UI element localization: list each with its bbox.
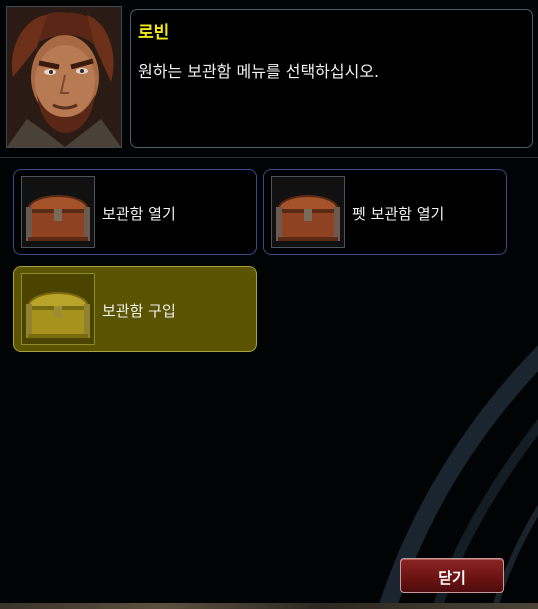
npc-face-icon	[7, 7, 121, 147]
buy-storage-label: 보관함 구입	[102, 302, 176, 320]
close-button-label: 닫기	[438, 569, 466, 587]
npc-portrait	[6, 6, 122, 148]
npc-dialog-box: 로빈 원하는 보관함 메뉴를 선택하십시오.	[130, 9, 533, 148]
open-pet-storage-button[interactable]: 펫 보관함 열기	[263, 169, 507, 255]
close-button[interactable]: 닫기	[400, 558, 504, 593]
gold-chest-icon	[21, 273, 95, 345]
chest-icon	[21, 176, 95, 248]
open-storage-label: 보관함 열기	[102, 205, 176, 223]
buy-storage-button[interactable]: 보관함 구입	[13, 266, 257, 352]
npc-name: 로빈	[138, 23, 170, 43]
open-pet-storage-label: 펫 보관함 열기	[352, 205, 445, 223]
storage-dialog: 로빈 원하는 보관함 메뉴를 선택하십시오. 보관함 열기 펫 보관함 열기 보…	[0, 0, 538, 609]
chest-icon	[271, 176, 345, 248]
open-storage-button[interactable]: 보관함 열기	[13, 169, 257, 255]
divider	[0, 157, 538, 158]
npc-message: 원하는 보관함 메뉴를 선택하십시오.	[138, 62, 380, 81]
bottom-border	[0, 603, 538, 609]
